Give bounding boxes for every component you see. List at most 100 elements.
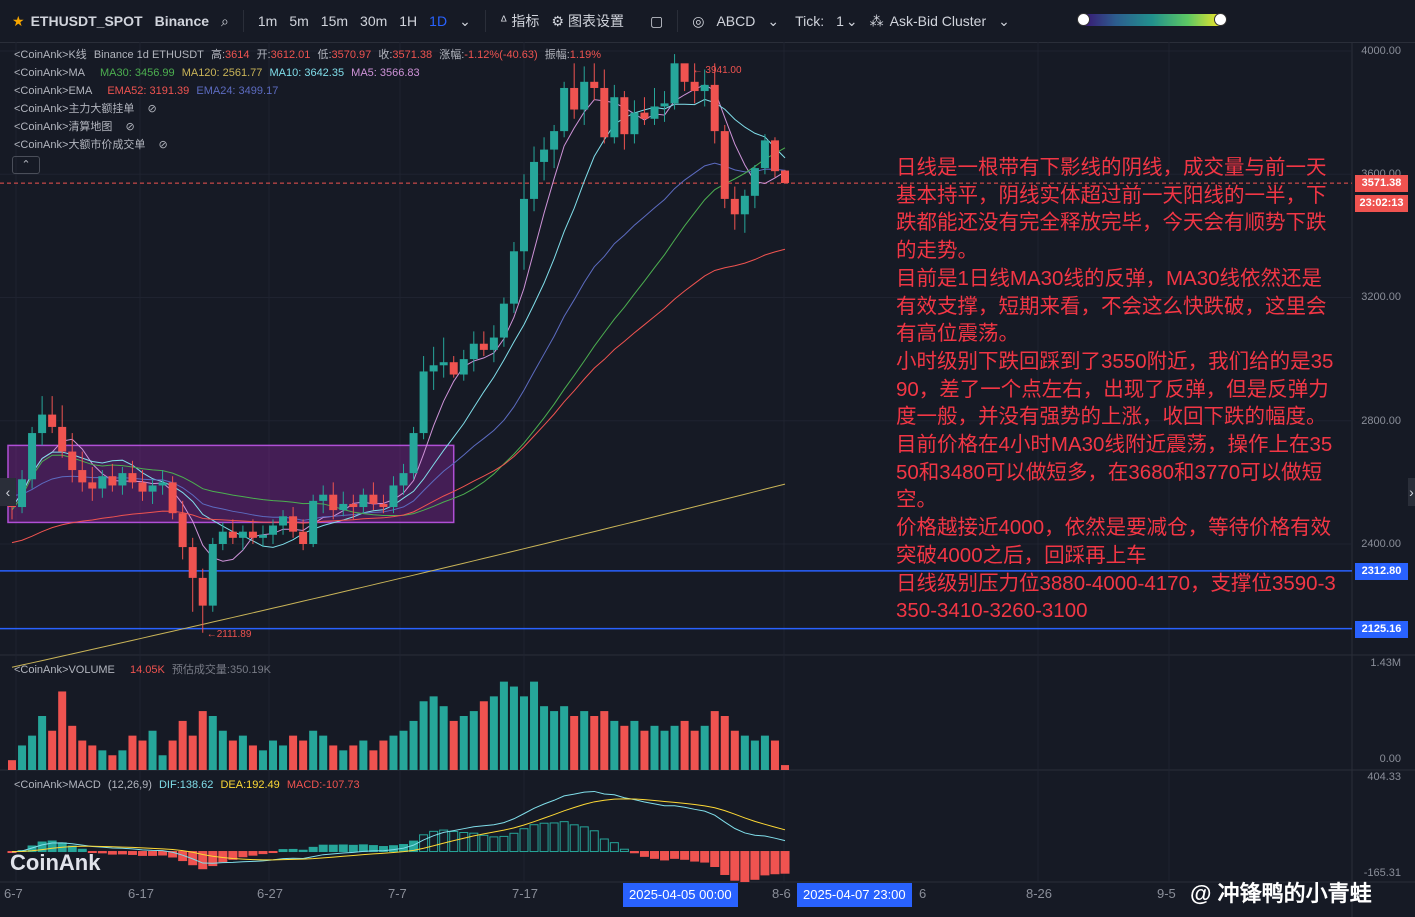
candle-body	[519, 198, 528, 252]
eye-icon[interactable]: ◎	[692, 13, 704, 30]
interval-30m[interactable]: 30m	[360, 13, 387, 29]
dea-value: DEA:192.49	[220, 779, 280, 791]
volume-bar	[710, 711, 719, 770]
volume-bar	[148, 730, 157, 770]
legend-extra1: <CoinAnk>主力大额挂单 ⊘	[14, 101, 161, 117]
macd-bar	[680, 851, 690, 860]
volume-bar	[660, 730, 669, 770]
candle-body	[178, 513, 187, 548]
macd-bar	[720, 851, 730, 875]
time-label: 6-7	[4, 886, 23, 901]
legend-extra3: <CoinAnk>大额市价成交单 ⊘	[14, 137, 172, 153]
chevron-down-icon[interactable]: ⌄	[998, 13, 1010, 30]
volume-bar	[781, 765, 789, 770]
candle-body	[168, 482, 177, 514]
exchange-label: Binance	[154, 13, 210, 29]
macd-bar	[238, 851, 248, 858]
candle-body	[329, 494, 338, 511]
candle-body	[509, 251, 518, 304]
slider-handle-left[interactable]	[1077, 13, 1090, 26]
interval-1d[interactable]: 1D	[429, 13, 447, 29]
volume-bar	[28, 735, 37, 770]
volume-bar	[409, 720, 418, 770]
legend-extra2: <CoinAnk>清算地图 ⊘	[14, 119, 139, 135]
legend-name: VOLUME	[68, 664, 115, 676]
volume-bar	[349, 745, 358, 770]
chevron-down-icon[interactable]: ⌄	[846, 13, 858, 30]
eye-off-icon[interactable]: ⊘	[159, 139, 168, 151]
scroll-right-button[interactable]: ›	[1408, 478, 1415, 506]
search-icon[interactable]: ⌕	[221, 13, 229, 30]
candle-body	[449, 362, 458, 375]
volume-bar	[339, 750, 348, 770]
open-label: 开:	[256, 49, 271, 61]
macd-bar	[599, 838, 609, 853]
macd-bar	[338, 844, 348, 853]
candle-body	[98, 476, 107, 489]
candle-body	[279, 516, 288, 526]
chevron-down-icon[interactable]: ⌄	[767, 13, 779, 30]
abcd-selector[interactable]: ABCD	[716, 13, 755, 29]
macd-bar	[569, 824, 579, 853]
interval-15m[interactable]: 15m	[321, 13, 348, 29]
time-label: 7-7	[388, 886, 407, 901]
fullscreen-icon[interactable]: ▢	[650, 13, 663, 30]
candle-body	[781, 170, 789, 184]
candle-body	[218, 531, 227, 544]
macd-bar	[589, 830, 599, 853]
legend-source: <CoinAnk>	[14, 67, 69, 79]
chart-settings-button[interactable]: ⚙ 图表设置	[551, 11, 624, 31]
dif-value: DIF:138.62	[158, 779, 214, 791]
chevron-down-icon[interactable]: ⌄	[459, 13, 471, 30]
macd-bar	[559, 821, 569, 853]
color-slider[interactable]	[1077, 13, 1227, 26]
volume-bar	[128, 735, 137, 770]
candle-body	[399, 473, 408, 486]
macd-bar	[358, 844, 368, 853]
macd-bar	[388, 845, 398, 853]
annotation-paragraph: 价格越接近4000，依然是要减仓，等待价格有效突破4000之后，回踩再上车	[896, 516, 1332, 567]
legend-source: <CoinAnk>	[14, 49, 69, 61]
candle-body	[429, 365, 438, 372]
star-icon[interactable]: ★	[12, 13, 25, 30]
interval-1h[interactable]: 1H	[399, 13, 417, 29]
volume-bar	[158, 755, 167, 770]
volume-bar	[550, 711, 559, 770]
candle-body	[690, 81, 699, 92]
symbol-label[interactable]: ETHUSDT_SPOT	[31, 13, 143, 29]
volume-bar	[188, 735, 197, 770]
price-tick: 4000.00	[1361, 45, 1401, 57]
candle-body	[389, 485, 398, 508]
cluster-selector[interactable]: Ask-Bid Cluster	[890, 13, 986, 29]
collapse-legend-button[interactable]: ⌃	[12, 156, 40, 174]
annotation-paragraph: 日线是一根带有下影线的阴线，成交量与前一天基本持平，阴线实体超过前一天阳线的一半…	[896, 156, 1327, 263]
eye-off-icon[interactable]: ⊘	[126, 121, 135, 133]
indicators-button[interactable]: ᐞ 指标	[500, 11, 540, 31]
time-label: 8-26	[1026, 886, 1053, 901]
tick-value[interactable]: 1	[836, 13, 844, 29]
macd-bar	[268, 851, 278, 854]
volume-bar	[630, 720, 639, 770]
candle-body	[128, 473, 137, 483]
volume-bar	[439, 706, 448, 770]
volume-bar	[379, 740, 388, 770]
dea-line	[11, 798, 786, 861]
ema24-value: EMA24: 3499.17	[196, 85, 279, 97]
volume-bar	[449, 720, 458, 770]
volume-bar	[750, 740, 759, 770]
low-value: 3570.97	[331, 49, 372, 61]
ma10-value: MA10: 3642.35	[269, 67, 345, 79]
scroll-left-button[interactable]: ‹	[0, 478, 16, 506]
interval-5m[interactable]: 5m	[289, 13, 308, 29]
eye-off-icon[interactable]: ⊘	[148, 103, 157, 115]
legend-ema: <CoinAnk>EMA EMA52: 3191.39 EMA24: 3499.…	[14, 83, 282, 99]
volume-bar	[8, 760, 16, 770]
time-label: 7-17	[512, 886, 539, 901]
candle-body	[770, 140, 779, 172]
hline-tag-2: 2125.16	[1355, 621, 1408, 638]
candle-body	[198, 577, 207, 606]
candle-body	[148, 485, 157, 492]
interval-1m[interactable]: 1m	[258, 13, 277, 29]
slider-handle-right[interactable]	[1214, 13, 1227, 26]
candle-body	[258, 534, 267, 538]
